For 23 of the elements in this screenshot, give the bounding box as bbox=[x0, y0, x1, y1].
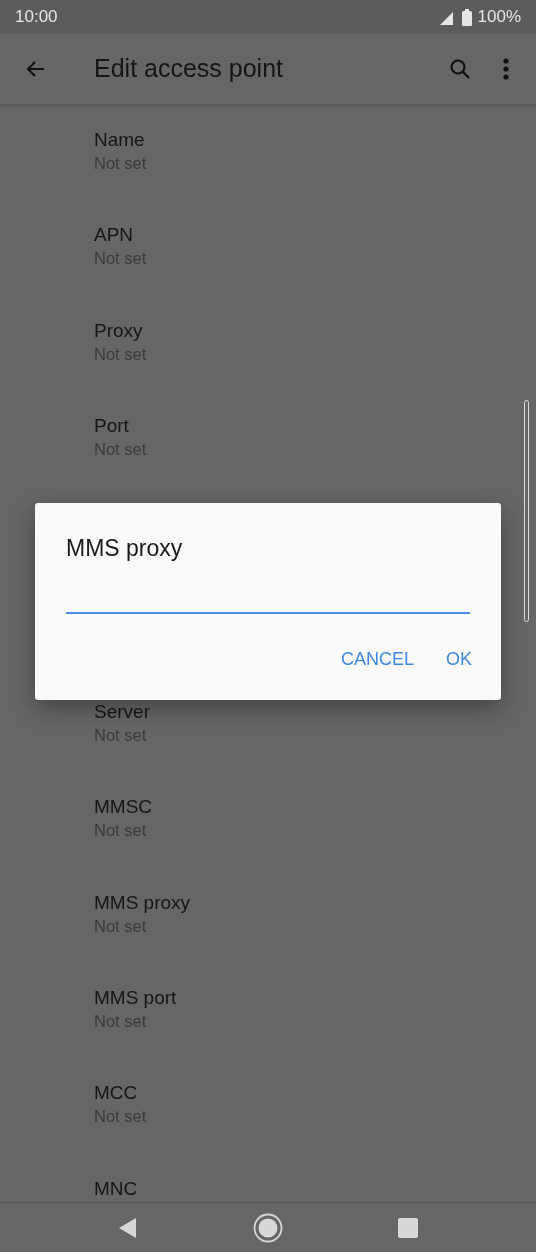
more-options-icon bbox=[503, 58, 509, 80]
setting-title: Proxy bbox=[94, 318, 144, 343]
setting-title: MMS proxy bbox=[94, 890, 192, 915]
setting-title: MMSC bbox=[94, 795, 154, 820]
setting-title: APN bbox=[94, 223, 135, 248]
status-time: 10:00 bbox=[15, 6, 58, 29]
dialog-title: MMS proxy bbox=[66, 534, 184, 563]
setting-title: MMS port bbox=[94, 986, 178, 1011]
battery-icon bbox=[461, 8, 472, 26]
setting-title: Name bbox=[94, 128, 146, 152]
battery-percent: 100% bbox=[477, 6, 521, 29]
setting-title: Port bbox=[94, 413, 130, 438]
setting-title: MNC bbox=[94, 1176, 139, 1201]
setting-title: Server bbox=[94, 700, 151, 725]
home-icon[interactable] bbox=[253, 1212, 283, 1243]
recents-icon[interactable] bbox=[398, 1217, 419, 1238]
setting-title: MCC bbox=[94, 1081, 139, 1106]
dialog-button[interactable]: CANCEL bbox=[328, 639, 426, 680]
setting-item[interactable]: MNC bbox=[0, 1152, 536, 1201]
dialog-button[interactable]: OK bbox=[434, 639, 484, 680]
search-icon bbox=[448, 57, 472, 81]
back-icon[interactable] bbox=[117, 1216, 138, 1239]
app-bar-title: Edit access point bbox=[94, 53, 284, 85]
